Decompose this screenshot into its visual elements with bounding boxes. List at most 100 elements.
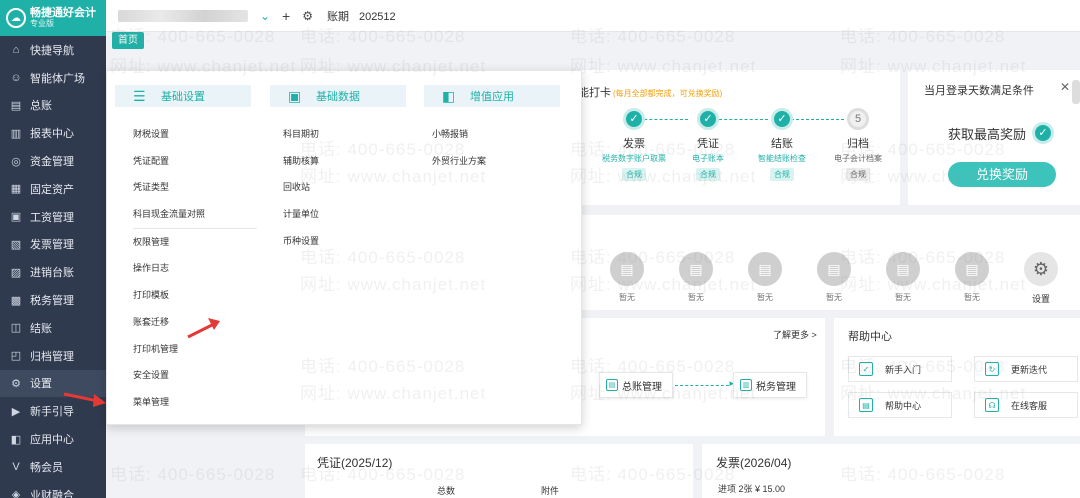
menu-item-menu-management[interactable]: 菜单管理 (133, 389, 257, 416)
sidebar-item-close-books[interactable]: ◫ 结账 (0, 314, 106, 342)
menu-item-voucher-types[interactable]: 凭证类型 (133, 174, 257, 201)
sidebar-nav: ⌂ 快捷导航 ☺ 智能体广场 ▤ 总账 ▥ 报表中心 ◎ 资金管理 ▦ 固定资产 ▣ 工资管理… (0, 36, 106, 498)
shortcut-empty[interactable]: ▤ 暂无 (814, 252, 854, 303)
sidebar-item-settings[interactable]: ⚙ 设置 (0, 369, 106, 398)
flow-ledger[interactable]: ▤ 总账管理 (599, 372, 673, 398)
sidebar-item-vip[interactable]: V 畅会员 (0, 453, 106, 481)
step-invoice: ✓ 发票 税务数字账户取票 合规 (594, 108, 674, 181)
voucher-col-total: 总数 (437, 486, 456, 496)
help-updates-button[interactable]: ↻ 更新迭代 (974, 356, 1078, 382)
voucher-card: 凭证(2025/12) 总数 附件 (305, 444, 693, 498)
reward-status: 获取最高奖励 (948, 126, 1027, 142)
scrollbar[interactable] (1072, 80, 1080, 104)
document-icon: ▤ (679, 252, 713, 286)
menu-item-printer-management[interactable]: 打印机管理 (133, 336, 257, 363)
menu-item-recycle-bin[interactable]: 回收站 (283, 174, 319, 201)
apps-icon: ◧ (10, 433, 22, 446)
menu-item-cashflow-mapping[interactable]: 科目现金流量对照 (133, 201, 257, 228)
menu-item-foreign-trade-solution[interactable]: 外贸行业方案 (432, 148, 486, 175)
tax-icon: ▩ (10, 294, 22, 307)
sidebar-item-beginner-guide[interactable]: ▶ 新手引导 (0, 397, 106, 425)
gear-icon: ⚙ (11, 377, 21, 390)
menu-item-security-settings[interactable]: 安全设置 (133, 362, 257, 389)
edition-badge: 专业版 (30, 18, 54, 28)
category-value-added: ◧ 增值应用 (424, 85, 560, 107)
online-service-button[interactable]: ☊ 在线客服 (974, 392, 1078, 418)
menu-item-auxiliary-accounting[interactable]: 辅助核算 (283, 148, 319, 175)
app-name: 畅捷通好会计 (30, 7, 96, 20)
shortcut-empty[interactable]: ▤ 暂无 (607, 252, 647, 303)
help-center-card: 帮助中心 ✓ 新手入门 ↻ 更新迭代 ▤ 帮助中心 ☊ 在线客服 (834, 318, 1080, 436)
blurred-account-name (118, 9, 248, 22)
sidebar-item-tax[interactable]: ▩ 税务管理 (0, 286, 106, 314)
step-number-icon: 5 (847, 108, 869, 130)
document-icon: ▤ (817, 252, 851, 286)
check-icon: ✓ (771, 108, 793, 130)
shortcut-empty[interactable]: ▤ 暂无 (952, 252, 992, 303)
category-basic-settings: ☰ 基础设置 (115, 85, 251, 107)
learn-more-link[interactable]: 了解更多 > (773, 328, 817, 341)
menu-item-expense-reimbursement[interactable]: 小畅报销 (432, 121, 486, 148)
reward-card: 当月登录天数满足条件 ✕ 获取最高奖励 ✓ 兑换奖励 (908, 70, 1080, 205)
sidebar-item-agent-plaza[interactable]: ☺ 智能体广场 (0, 64, 106, 92)
redeem-reward-button[interactable]: 兑换奖励 (948, 162, 1056, 187)
voucher-title: 凭证(2025/12) (317, 456, 393, 470)
tab-home[interactable]: 首页 (112, 32, 144, 49)
menu-item-units[interactable]: 计量单位 (283, 201, 319, 228)
menu-item-account-migration[interactable]: 账套迁移 (133, 309, 257, 336)
sidebar-item-funds[interactable]: ◎ 资金管理 (0, 147, 106, 175)
checkin-note: (每月全部都完成，可兑换奖励) (613, 89, 723, 98)
inventory-icon: ▨ (10, 266, 22, 279)
sidebar-item-inventory[interactable]: ▨ 进销台账 (0, 258, 106, 286)
building-icon: ▦ (10, 183, 22, 196)
step-archive: 5 归档 电子会计档案 合规 (818, 108, 898, 181)
menu-item-currency-settings[interactable]: 币种设置 (283, 228, 319, 255)
sidebar-item-quick-nav[interactable]: ⌂ 快捷导航 (0, 36, 106, 64)
data-card-icon: ▣ (288, 87, 302, 104)
play-icon: ▶ (11, 405, 21, 418)
archive-icon: ◰ (10, 350, 22, 363)
invoice-input-line: 进项 2张 ¥ 15.00 (718, 484, 786, 494)
menu-item-permissions[interactable]: 权限管理 (133, 229, 257, 256)
check-icon: ✓ (623, 108, 645, 130)
close-icon[interactable]: ✕ (1060, 80, 1070, 94)
check-icon: ✓ (1032, 122, 1055, 144)
sidebar-item-fixed-assets[interactable]: ▦ 固定资产 (0, 175, 106, 203)
gear-icon[interactable]: ⚙ (302, 9, 313, 23)
sidebar-item-archive[interactable]: ◰ 归档管理 (0, 342, 106, 370)
account-set-select[interactable]: ⌄ (114, 6, 274, 26)
sidebar-item-integration[interactable]: ◈ 业财融合 (0, 481, 106, 498)
gear-icon: ⚙ (1024, 252, 1058, 286)
shortcut-empty[interactable]: ▤ 暂无 (676, 252, 716, 303)
menu-item-voucher-config[interactable]: 凭证配置 (133, 148, 257, 175)
accounting-period[interactable]: 账期 202512 (327, 8, 396, 24)
sidebar-item-invoices[interactable]: ▧ 发票管理 (0, 231, 106, 259)
checkin-card: 能打卡 (每月全部都完成，可兑换奖励) ✓ 发票 税务数字账户取票 合规 ✓ 凭证… (570, 70, 900, 205)
sidebar-item-ledger[interactable]: ▤ 总账 (0, 92, 106, 120)
chart-icon: ▥ (10, 127, 22, 140)
step-close-books: ✓ 结账 智能结账检查 合规 (742, 108, 822, 181)
flow-tax[interactable]: ▥ 税务管理 (733, 372, 807, 398)
shortcut-empty[interactable]: ▤ 暂无 (883, 252, 923, 303)
add-account-icon[interactable]: + (282, 8, 290, 24)
shortcut-settings[interactable]: ⚙ 设置 (1021, 252, 1061, 305)
shortcut-empty[interactable]: ▤ 暂无 (745, 252, 785, 303)
menu-item-opening-balances[interactable]: 科目期初 (283, 121, 319, 148)
help-title: 帮助中心 (848, 331, 892, 343)
menu-item-operation-log[interactable]: 操作日志 (133, 255, 257, 282)
category-basic-data: ▣ 基础数据 (270, 85, 406, 107)
settings-stack-icon: ☰ (133, 87, 146, 104)
help-beginner-button[interactable]: ✓ 新手入门 (848, 356, 952, 382)
sidebar-item-reports[interactable]: ▥ 报表中心 (0, 119, 106, 147)
menu-item-tax-settings[interactable]: 财税设置 (133, 121, 257, 148)
document-icon: ▤ (748, 252, 782, 286)
help-center-button[interactable]: ▤ 帮助中心 (848, 392, 952, 418)
sidebar-item-app-center[interactable]: ◧ 应用中心 (0, 425, 106, 453)
menu-item-print-templates[interactable]: 打印模板 (133, 282, 257, 309)
sidebar-item-salary[interactable]: ▣ 工资管理 (0, 203, 106, 231)
voucher-col-attach: 附件 (541, 486, 560, 496)
brand-logo[interactable]: ☁ 畅捷通好会计 专业版 (0, 0, 106, 36)
top-bar: ⌄ + ⚙ 账期 202512 (106, 0, 1080, 32)
checklist-icon: ✓ (859, 362, 873, 376)
settings-menu: ☰ 基础设置 ▣ 基础数据 ◧ 增值应用 财税设置 凭证配置 凭证类型 科目现金… (106, 70, 582, 425)
